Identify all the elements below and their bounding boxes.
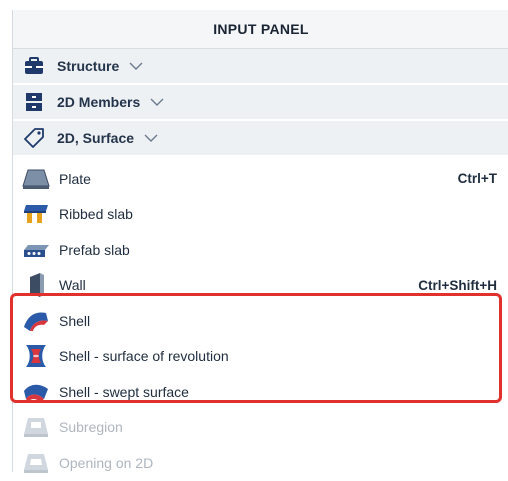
- menu-item-label: Ribbed slab: [59, 206, 133, 223]
- menu-item-label: Opening on 2D: [59, 454, 154, 471]
- menu-item-shell-swept-surface[interactable]: Shell - swept surface: [13, 374, 508, 410]
- group-2d-surface-label: 2D, Surface: [57, 130, 135, 146]
- group-structure-label: Structure: [57, 58, 120, 74]
- menu-item-shell-surface-of-revolution[interactable]: Shell - surface of revolution: [13, 339, 508, 375]
- menu-item-label: Plate: [59, 170, 91, 187]
- surface-item-list: Plate Ctrl+T Ribbed slab Prefab slab Wal…: [13, 161, 508, 481]
- shell-icon: [21, 308, 51, 334]
- shell-swept-icon: [21, 379, 51, 405]
- chevron-down-icon: [144, 134, 158, 142]
- menu-item-plate[interactable]: Plate Ctrl+T: [13, 161, 508, 197]
- menu-item-subregion: Subregion: [13, 410, 508, 446]
- plate-icon: [21, 166, 51, 192]
- subregion-icon: [21, 414, 51, 440]
- menu-item-label: Subregion: [59, 419, 123, 436]
- shell-revolution-icon: [21, 343, 51, 369]
- menu-item-wall[interactable]: Wall Ctrl+Shift+H: [13, 268, 508, 304]
- panel-title: INPUT PANEL: [13, 10, 508, 49]
- 2d-members-icon: [23, 91, 45, 113]
- shortcut-label: Ctrl+Shift+H: [418, 277, 497, 293]
- wall-icon: [21, 272, 51, 298]
- shortcut-label: Ctrl+T: [457, 171, 497, 187]
- chevron-down-icon: [129, 62, 143, 70]
- menu-item-label: Shell - surface of revolution: [59, 348, 229, 365]
- input-panel: INPUT PANEL Structure 2D Members 2D, Sur…: [12, 10, 508, 473]
- chevron-down-icon: [150, 98, 164, 106]
- group-structure[interactable]: Structure: [13, 49, 508, 85]
- ribbed-slab-icon: [21, 201, 51, 227]
- group-2d-members-label: 2D Members: [57, 94, 141, 110]
- menu-item-label: Shell: [59, 312, 91, 329]
- prefab-slab-icon: [21, 237, 51, 263]
- menu-item-opening-on-2d: Opening on 2D: [13, 445, 508, 481]
- menu-item-prefab-slab[interactable]: Prefab slab: [13, 232, 508, 268]
- menu-item-label: Shell - swept surface: [59, 383, 189, 400]
- menu-item-label: Wall: [59, 277, 86, 294]
- toolbox-icon: [23, 55, 45, 77]
- menu-item-ribbed-slab[interactable]: Ribbed slab: [13, 197, 508, 233]
- tag-icon: [23, 127, 45, 149]
- group-2d-members[interactable]: 2D Members: [13, 85, 508, 121]
- menu-item-label: Prefab slab: [59, 241, 130, 258]
- group-2d-surface[interactable]: 2D, Surface: [13, 121, 508, 157]
- menu-item-shell[interactable]: Shell: [13, 303, 508, 339]
